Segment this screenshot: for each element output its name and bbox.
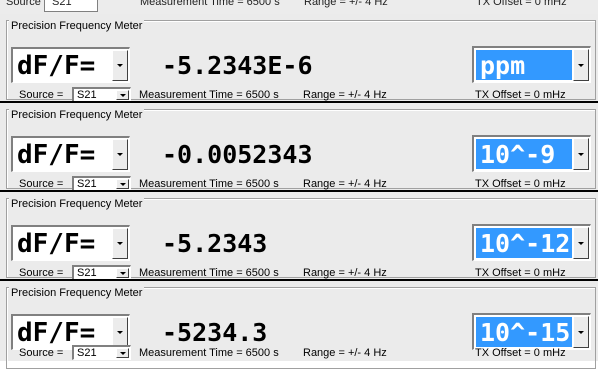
unit-dropdown[interactable]: 10^-15: [472, 313, 591, 350]
chevron-down-icon[interactable]: [112, 50, 128, 81]
mode-dropdown[interactable]: dF/F=: [11, 136, 130, 172]
source-label: Source =: [19, 178, 64, 190]
chevron-down-icon[interactable]: [112, 228, 128, 259]
frequency-meter-panel: Precision Frequency Meter dF/F= -0.00523…: [0, 103, 598, 191]
chevron-down-icon[interactable]: [116, 348, 129, 358]
source-dropdown[interactable]: S21: [72, 265, 131, 280]
unit-value: 10^-15: [480, 317, 571, 347]
frequency-meter-panel: Precision Frequency Meter dF/F= -5234.3 …: [0, 281, 598, 369]
source-dropdown[interactable]: S21: [72, 176, 131, 191]
chevron-down-icon[interactable]: [112, 317, 128, 348]
frequency-reading: -5.2343E-6: [162, 50, 313, 80]
tx-offset: TX Offset = 0 mHz: [475, 267, 566, 279]
frequency-meter-panel: Precision Frequency Meter dF/F= -5.2343 …: [0, 192, 598, 280]
panel-title: Precision Frequency Meter: [9, 198, 145, 211]
measurement-time: Measurement Time = 6500 s: [139, 347, 279, 359]
unit-value: ppm: [480, 50, 526, 80]
source-label: Source =: [19, 267, 64, 279]
unit-dropdown[interactable]: 10^-12: [472, 224, 591, 261]
chevron-down-icon[interactable]: [116, 179, 129, 189]
mode-value: dF/F=: [17, 139, 96, 170]
panel-title: Precision Frequency Meter: [9, 109, 145, 122]
mode-dropdown[interactable]: dF/F=: [11, 47, 130, 83]
source-value: S21: [77, 178, 97, 190]
chevron-down-icon[interactable]: [112, 139, 128, 170]
source-dropdown[interactable]: S21: [72, 345, 131, 360]
mode-value: dF/F=: [17, 228, 96, 259]
range: Range = +/- 4 Hz: [304, 0, 388, 8]
tx-offset: TX Offset = 0 mHz: [476, 0, 567, 8]
source-dropdown[interactable]: S21: [72, 87, 131, 102]
mode-value: dF/F=: [17, 50, 96, 81]
frequency-meter-panel: Precision Frequency Meter dF/F= -5.2343E…: [0, 14, 598, 102]
panel-title: Precision Frequency Meter: [9, 287, 145, 300]
unit-dropdown[interactable]: ppm: [472, 46, 591, 83]
measurement-time: Measurement Time = 6500 s: [140, 0, 280, 8]
measurement-time: Measurement Time = 6500 s: [139, 89, 279, 101]
chevron-down-icon[interactable]: [573, 138, 589, 170]
frequency-reading: -5.2343: [162, 228, 268, 258]
source-value: S21: [77, 267, 97, 279]
chevron-down-icon[interactable]: [573, 316, 589, 348]
chevron-down-icon[interactable]: [116, 268, 129, 278]
source-value: S21: [77, 89, 97, 101]
source-label: Source =: [19, 347, 64, 359]
mode-dropdown[interactable]: dF/F=: [11, 225, 130, 261]
frequency-reading: -5234.3: [162, 317, 268, 347]
frequency-reading: -0.0052343: [162, 139, 313, 169]
chevron-down-icon[interactable]: [573, 49, 589, 81]
unit-value: 10^-9: [480, 139, 556, 169]
measurement-time: Measurement Time = 6500 s: [139, 178, 279, 190]
source-value: S21: [52, 0, 72, 8]
range: Range = +/- 4 Hz: [303, 178, 387, 190]
tx-offset: TX Offset = 0 mHz: [475, 89, 566, 101]
source-value: S21: [77, 347, 97, 359]
chevron-down-icon[interactable]: [573, 227, 589, 259]
unit-value: 10^-12: [480, 228, 571, 258]
unit-dropdown[interactable]: 10^-9: [472, 135, 591, 172]
tx-offset: TX Offset = 0 mHz: [475, 347, 566, 359]
range: Range = +/- 4 Hz: [303, 267, 387, 279]
range: Range = +/- 4 Hz: [303, 347, 387, 359]
range: Range = +/- 4 Hz: [303, 89, 387, 101]
tx-offset: TX Offset = 0 mHz: [475, 178, 566, 190]
panel-title: Precision Frequency Meter: [9, 20, 145, 33]
chevron-down-icon[interactable]: [116, 90, 129, 100]
measurement-time: Measurement Time = 6500 s: [139, 267, 279, 279]
source-label: Source =: [19, 89, 64, 101]
